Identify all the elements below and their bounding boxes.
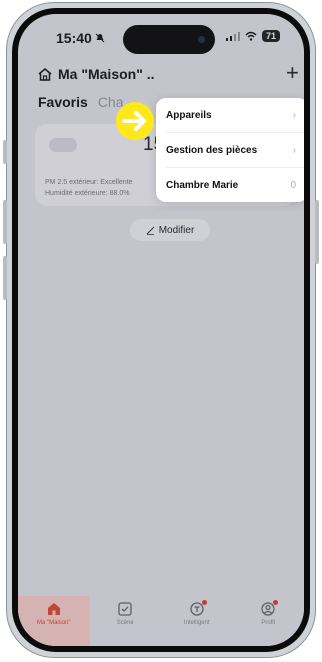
side-button	[315, 200, 319, 264]
side-button	[3, 140, 7, 164]
side-button	[3, 200, 7, 244]
menu-item-appareils[interactable]: Appareils ›	[156, 98, 304, 132]
screen: 15:40 71 Ma "Maison" .. + Favoris Cha 15…	[18, 14, 304, 646]
menu-item-chambre-marie[interactable]: Chambre Marie 0	[156, 168, 304, 202]
chevron-right-icon: ›	[292, 144, 296, 156]
menu-item-label: Appareils	[166, 109, 212, 121]
side-button	[3, 256, 7, 300]
menu-item-gestion-pieces[interactable]: Gestion des pièces ›	[156, 133, 304, 167]
room-dropdown-menu: Appareils › Gestion des pièces › Chambre…	[156, 98, 304, 202]
pointer-arrow-icon	[116, 102, 154, 140]
menu-item-label: Chambre Marie	[166, 179, 239, 191]
chevron-right-icon: ›	[292, 109, 296, 121]
menu-item-label: Gestion des pièces	[166, 144, 258, 156]
device-count: 0	[290, 179, 296, 191]
